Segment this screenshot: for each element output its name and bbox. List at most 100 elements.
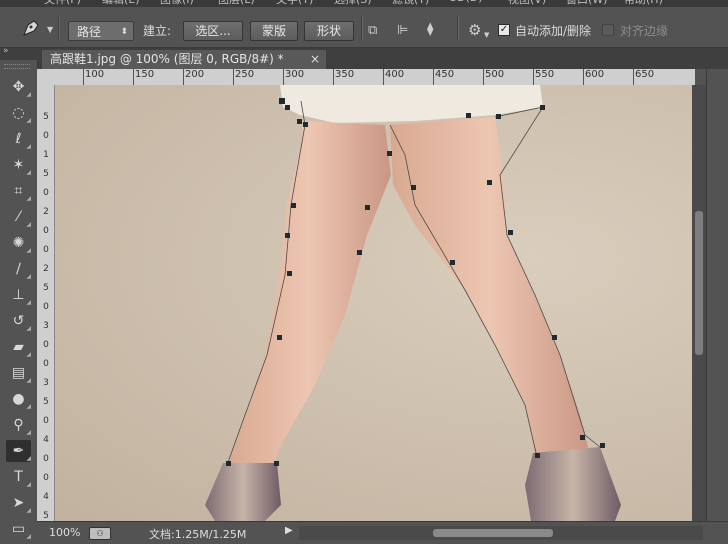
path-alignment-icon[interactable]: ⊫ [397, 24, 408, 38]
tool-flyout-indicator-icon: ◢ [26, 247, 31, 254]
ruler-tick [83, 69, 84, 85]
menu-item[interactable]: 编辑(E) [102, 0, 140, 7]
marquee-tool-icon[interactable]: ◌ ◢ [6, 102, 31, 124]
ruler-tick-label: 0 [43, 340, 49, 350]
gradient-tool-icon[interactable]: ▤ ◢ [6, 362, 31, 384]
ruler-horizontal[interactable]: 100 150 200 250 300 350 400 450 500 550 600 650 [39, 69, 695, 86]
tool-flyout-indicator-icon: ◢ [26, 299, 31, 306]
tool-flyout-indicator-icon: ◢ [26, 377, 31, 384]
tool-flyout-indicator-icon: ◢ [26, 507, 31, 514]
path-arrangement-icon[interactable]: ⧫ [427, 23, 433, 37]
tool-flyout-indicator-icon: ◢ [26, 195, 31, 202]
chevron-down-icon[interactable]: ▼ [47, 25, 53, 34]
shape-button[interactable]: 形状 [304, 21, 354, 41]
close-icon[interactable]: × [310, 50, 320, 69]
ruler-tick-label: 5 [43, 283, 49, 293]
path-operations-icon[interactable]: ⧉ [368, 24, 377, 38]
vertical-scrollbar[interactable] [692, 85, 706, 521]
menu-item[interactable]: 3D(D) [450, 0, 483, 4]
ruler-tick [133, 69, 134, 85]
vertical-scroll-thumb[interactable] [695, 211, 703, 355]
pen-icon[interactable] [18, 17, 44, 39]
ruler-vertical[interactable]: 5 0 1 5 0 2 0 0 2 5 0 3 0 0 3 5 0 4 0 0 4 5 [37, 85, 55, 521]
menu-item[interactable]: 选择(S) [334, 0, 372, 7]
gear-icon[interactable]: ⚙ [468, 23, 481, 38]
tool-flyout-indicator-icon: ◢ [26, 403, 31, 410]
select-caret-icon: ⬍ [120, 27, 128, 37]
clone-stamp-tool-icon[interactable]: ⊥ ◢ [6, 284, 31, 306]
ruler-tick [333, 69, 334, 85]
menu-item[interactable]: 图层(L) [218, 0, 255, 7]
blur-tool-icon[interactable]: ● ◢ [6, 388, 31, 410]
ruler-tick [283, 69, 284, 85]
left-shoe-shape [205, 463, 281, 521]
gear-dropdown-icon[interactable]: ▼ [484, 28, 489, 42]
ruler-tick [583, 69, 584, 85]
document-canvas[interactable] [55, 85, 692, 521]
ruler-tick [633, 69, 634, 85]
align-edges-label: 对齐边缘 [620, 24, 669, 38]
tool-flyout-indicator-icon: ◢ [26, 429, 31, 436]
double-chevron-icon[interactable]: » [3, 46, 9, 56]
menu-item[interactable]: 图像(I) [160, 0, 194, 7]
path-selection-tool-icon[interactable]: ➤ ◢ [6, 492, 31, 514]
tool-flyout-indicator-icon: ◢ [26, 169, 31, 176]
move-tool-icon[interactable]: ✥ ◢ [6, 76, 31, 98]
ruler-tick [533, 69, 534, 85]
status-menu-arrow-icon[interactable]: ▶ [285, 525, 293, 536]
menu-item[interactable]: 窗口(W) [566, 0, 607, 7]
ruler-tick-label: 3 [43, 321, 49, 331]
menu-item[interactable]: 文件(F) [44, 0, 81, 7]
separator [361, 15, 362, 41]
eraser-tool-icon[interactable]: ▰ ◢ [6, 336, 31, 358]
rectangle-tool-icon[interactable]: ▭ ◢ [6, 518, 31, 540]
pen-tool-icon[interactable]: ✒ ◢ [6, 440, 31, 462]
menu-bar: 文件(F) 编辑(E) 图像(I) 图层(L) 文字(Y) 选择(S) 滤镜(T) 3D(D)… [0, 0, 728, 7]
ruler-tick-label: 0 [43, 416, 49, 426]
document-tab[interactable]: 高跟鞋1.jpg @ 100% (图层 0, RGB/8#) * × [42, 50, 326, 69]
menu-item[interactable]: 滤镜(T) [392, 0, 429, 7]
crop-tool-icon[interactable]: ⌗ ◢ [6, 180, 31, 202]
ruler-tick-label: 600 [585, 69, 605, 80]
ruler-tick-label: 0 [43, 302, 49, 312]
tool-flyout-indicator-icon: ◢ [26, 325, 31, 332]
magic-wand-tool-icon[interactable]: ✶ ◢ [6, 154, 31, 176]
selection-button[interactable]: 选区... [183, 21, 243, 41]
auto-add-delete-checkbox[interactable]: ✓ [498, 24, 510, 36]
ruler-tick-label: 3 [43, 378, 49, 388]
menu-item[interactable]: 视图(V) [508, 0, 546, 7]
ruler-tick [483, 69, 484, 85]
mask-button[interactable]: 蒙版 [250, 21, 298, 41]
ruler-tick [233, 69, 234, 85]
menu-item[interactable]: 文字(Y) [276, 0, 313, 7]
ruler-tick-label: 0 [43, 245, 49, 255]
eyedropper-tool-icon[interactable]: ⁄ ◢ [6, 206, 31, 228]
ruler-tick-label: 0 [43, 226, 49, 236]
ruler-tick-label: 4 [43, 492, 49, 502]
type-tool-icon[interactable]: T ◢ [6, 466, 31, 488]
horizontal-scroll-thumb[interactable] [433, 529, 553, 537]
ruler-tick-label: 0 [43, 359, 49, 369]
skirt-shape [280, 85, 543, 123]
brush-tool-icon[interactable]: ∕ ◢ [6, 258, 31, 280]
menu-item[interactable]: 帮助(H) [624, 0, 663, 7]
align-edges-checkbox[interactable] [602, 24, 614, 36]
tool-flyout-indicator-icon: ◢ [26, 221, 31, 228]
proof-setup-icon[interactable]: ⚇ [89, 527, 111, 540]
ruler-tick-label: 0 [43, 473, 49, 483]
lasso-tool-icon[interactable]: ℓ ◢ [6, 128, 31, 150]
ruler-tick [183, 69, 184, 85]
tool-mode-select[interactable]: 路径 ⬍ [68, 21, 134, 41]
history-brush-tool-icon[interactable]: ↺ ◢ [6, 310, 31, 332]
healing-brush-tool-icon[interactable]: ✺ ◢ [6, 232, 31, 254]
make-label: 建立: [143, 24, 172, 38]
zoom-level[interactable]: 100% [49, 526, 80, 539]
ruler-tick [433, 69, 434, 85]
toolbox-grip[interactable] [4, 64, 30, 69]
tool-flyout-indicator-icon: ◢ [26, 351, 31, 358]
ruler-tick-label: 1 [43, 150, 49, 160]
right-shoe-shape [525, 447, 621, 521]
dodge-tool-icon[interactable]: ⚲ ◢ [6, 414, 31, 436]
ruler-tick-label: 350 [335, 69, 355, 80]
horizontal-scrollbar[interactable] [299, 526, 703, 540]
